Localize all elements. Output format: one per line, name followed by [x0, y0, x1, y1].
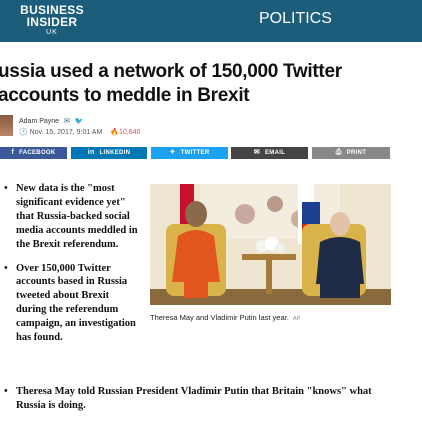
site-header: BUSINESS INSIDER UK POLITICS	[0, 0, 422, 42]
bullet-item: New data is the "most significant eviden…	[4, 182, 142, 252]
share-email-button[interactable]: ✉ EMAIL	[231, 147, 308, 159]
bullet-item: Theresa May told Russian President Vladi…	[4, 385, 404, 413]
views-count: 🔥10,640	[110, 129, 140, 136]
author-name[interactable]: Adam Payne	[19, 118, 59, 125]
share-linkedin-button[interactable]: in LINKEDIN	[71, 147, 147, 159]
share-print-button[interactable]: ⎙ PRINT	[312, 147, 390, 159]
photo-caption: Theresa May and Vladimir Putin last year…	[150, 313, 300, 322]
share-facebook-button[interactable]: f FACEBOOK	[0, 147, 67, 159]
logo-line-2: INSIDER	[26, 15, 78, 29]
facebook-icon: f	[11, 149, 15, 156]
clock-icon: 🕑	[19, 129, 28, 136]
views-value: 10,640	[118, 129, 141, 136]
share-print-label: PRINT	[346, 150, 367, 156]
caption-text: Theresa May and Vladimir Putin last year…	[150, 313, 289, 322]
share-email-label: EMAIL	[265, 150, 286, 156]
logo-edition: UK	[46, 29, 58, 36]
article-headline: ussia used a network of 150,000 Twitter …	[0, 61, 342, 106]
article-meta: 🕑 Nov. 15, 2017, 9:01 AM 🔥10,640	[19, 128, 140, 136]
author-avatar[interactable]	[0, 115, 13, 136]
article-photo[interactable]	[150, 184, 391, 305]
twitter-icon[interactable]: 🐦	[75, 117, 84, 125]
business-insider-logo[interactable]: BUSINESS INSIDER UK	[18, 4, 86, 37]
share-twitter-label: TWITTER	[180, 150, 210, 156]
photo-scene	[150, 184, 391, 305]
publish-date: Nov. 15, 2017, 9:01 AM	[29, 129, 103, 136]
section-label[interactable]: POLITICS	[259, 10, 332, 28]
photo-credit: AP	[292, 316, 301, 322]
share-twitter-button[interactable]: ✦ TWITTER	[151, 147, 228, 159]
linkedin-icon: in	[87, 149, 95, 156]
byline: Adam Payne ✉ 🐦	[19, 117, 84, 125]
email-icon[interactable]: ✉	[64, 117, 70, 125]
flame-icon: 🔥	[110, 129, 119, 136]
printer-icon: ⎙	[335, 149, 342, 156]
share-facebook-label: FACEBOOK	[19, 150, 56, 156]
envelope-icon: ✉	[253, 149, 260, 156]
summary-bullets: New data is the "most significant eviden…	[4, 182, 142, 355]
share-linkedin-label: LINKEDIN	[99, 150, 131, 156]
twitter-bird-icon: ✦	[169, 149, 176, 156]
bullet-item: Over 150,000 Twitter accounts based in R…	[4, 262, 142, 345]
